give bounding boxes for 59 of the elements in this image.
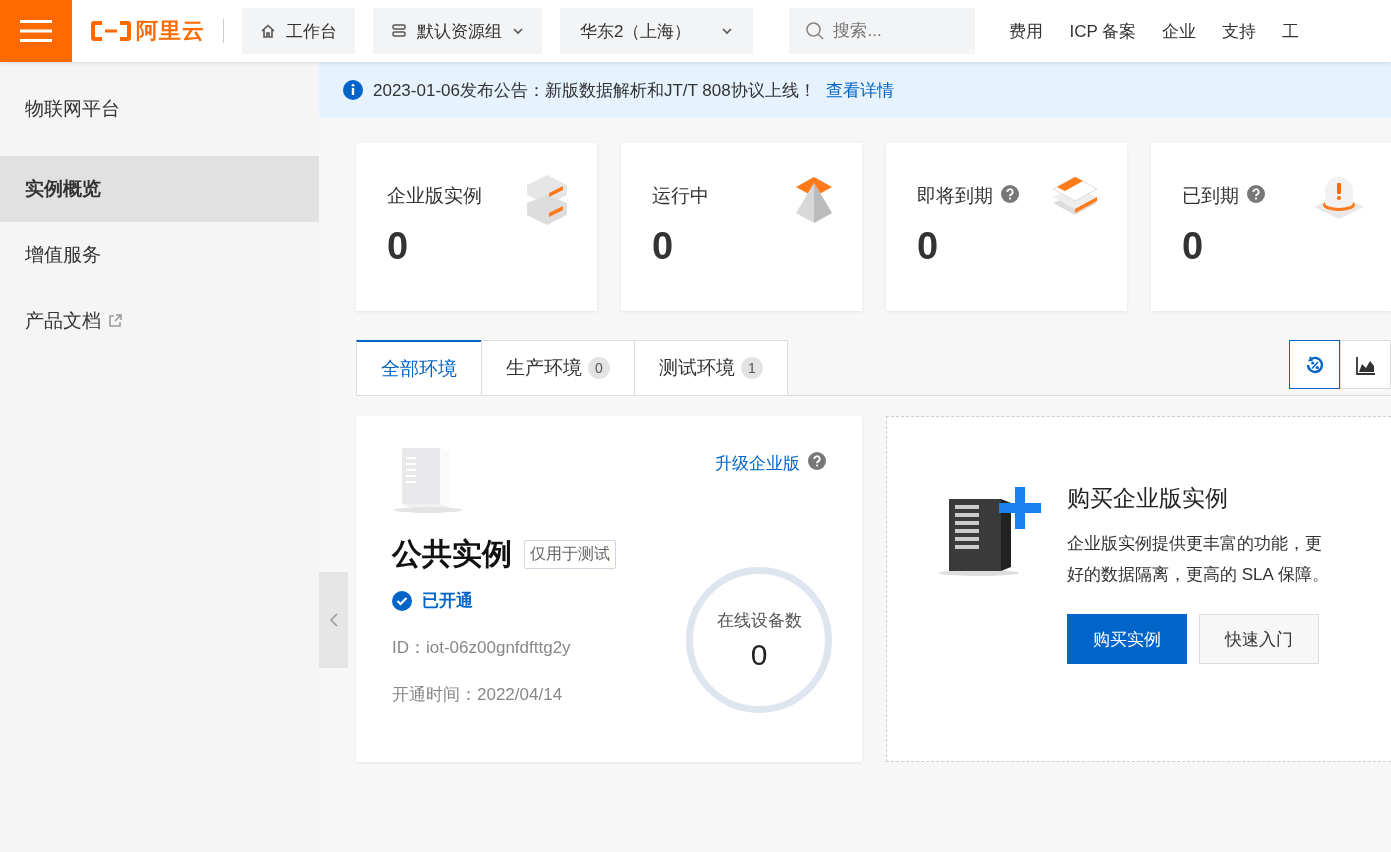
menu-icon: [20, 19, 52, 43]
stat-value: 0: [387, 225, 410, 268]
region-dropdown[interactable]: 华东2（上海）: [560, 8, 754, 54]
notice-link[interactable]: 查看详情: [825, 78, 894, 102]
percent-view-button[interactable]: [1289, 340, 1340, 389]
top-nav-link[interactable]: ICP 备案: [1069, 19, 1137, 43]
stat-label: 运行中: [652, 184, 709, 208]
menu-button[interactable]: [0, 0, 72, 62]
sidebar-item[interactable]: 增值服务: [0, 222, 319, 288]
online-devices-label: 在线设备数: [716, 609, 802, 632]
sidebar-item[interactable]: 产品文档: [0, 288, 319, 354]
top-nav-link[interactable]: 工: [1282, 19, 1300, 43]
logo-text: 阿里云: [136, 17, 205, 45]
buy-card-title: 购买企业版实例: [1067, 484, 1229, 513]
info-icon: [343, 80, 363, 100]
opened-date: 开通时间：2022/04/14: [392, 684, 564, 706]
help-icon[interactable]: [808, 452, 826, 470]
status-text: 已开通: [422, 590, 473, 612]
collapse-handle[interactable]: [319, 572, 348, 668]
workbench-button[interactable]: 工作台: [242, 8, 355, 54]
chart-view-button[interactable]: [1340, 340, 1391, 389]
instance-id: ID：iot-06z00gnfdfttg2y: [392, 637, 571, 659]
home-icon: [260, 23, 276, 39]
top-nav-link[interactable]: 费用: [1009, 19, 1044, 43]
top-nav-link[interactable]: 支持: [1222, 19, 1257, 43]
sidebar-item[interactable]: 实例概览: [0, 156, 319, 222]
online-devices-count: 0: [750, 637, 768, 672]
environment-tab[interactable]: 全部环境: [356, 340, 482, 395]
check-circle-icon: [392, 590, 412, 611]
stat-label: 已到期: [1182, 184, 1239, 208]
stat-value: 0: [917, 225, 940, 268]
help-icon[interactable]: [1001, 185, 1019, 203]
upgrade-link[interactable]: 升级企业版: [715, 444, 800, 475]
resource-group-dropdown[interactable]: 默认资源组: [373, 8, 542, 54]
buy-card-description: 企业版实例提供更丰富的功能，更好的数据隔离，更高的 SLA 保障。: [1067, 533, 1329, 586]
chevron-left-icon: [328, 612, 339, 628]
stat-value: 0: [1182, 225, 1205, 268]
environment-tab[interactable]: 测试环境 1: [634, 340, 788, 395]
search-field[interactable]: 搜索...: [789, 8, 976, 54]
count-badge: 0: [588, 357, 610, 379]
chevron-down-icon: [512, 25, 524, 37]
buy-instance-button[interactable]: 购买实例: [1067, 614, 1187, 664]
quick-start-button[interactable]: 快速入门: [1199, 614, 1319, 664]
environment-tab[interactable]: 生产环境 0: [481, 340, 635, 395]
test-only-tag: 仅用于测试: [524, 540, 616, 569]
search-icon: [805, 21, 826, 41]
notice-text: 2023-01-06发布公告：新版数据解析和JT/T 808协议上线！: [373, 79, 816, 102]
top-nav-link[interactable]: 企业: [1162, 19, 1197, 43]
sidebar-title: 物联网平台: [24, 97, 121, 121]
logo-icon: [90, 19, 132, 43]
help-icon[interactable]: [1247, 185, 1265, 203]
stat-value: 0: [652, 225, 675, 268]
external-link-icon: [107, 313, 123, 329]
instance-title: 公共实例: [392, 536, 512, 572]
count-badge: 1: [741, 357, 763, 379]
chevron-down-icon: [721, 25, 734, 37]
stack-icon: [391, 23, 407, 39]
stat-label: 企业版实例: [387, 184, 482, 208]
stat-label: 即将到期: [917, 184, 993, 208]
